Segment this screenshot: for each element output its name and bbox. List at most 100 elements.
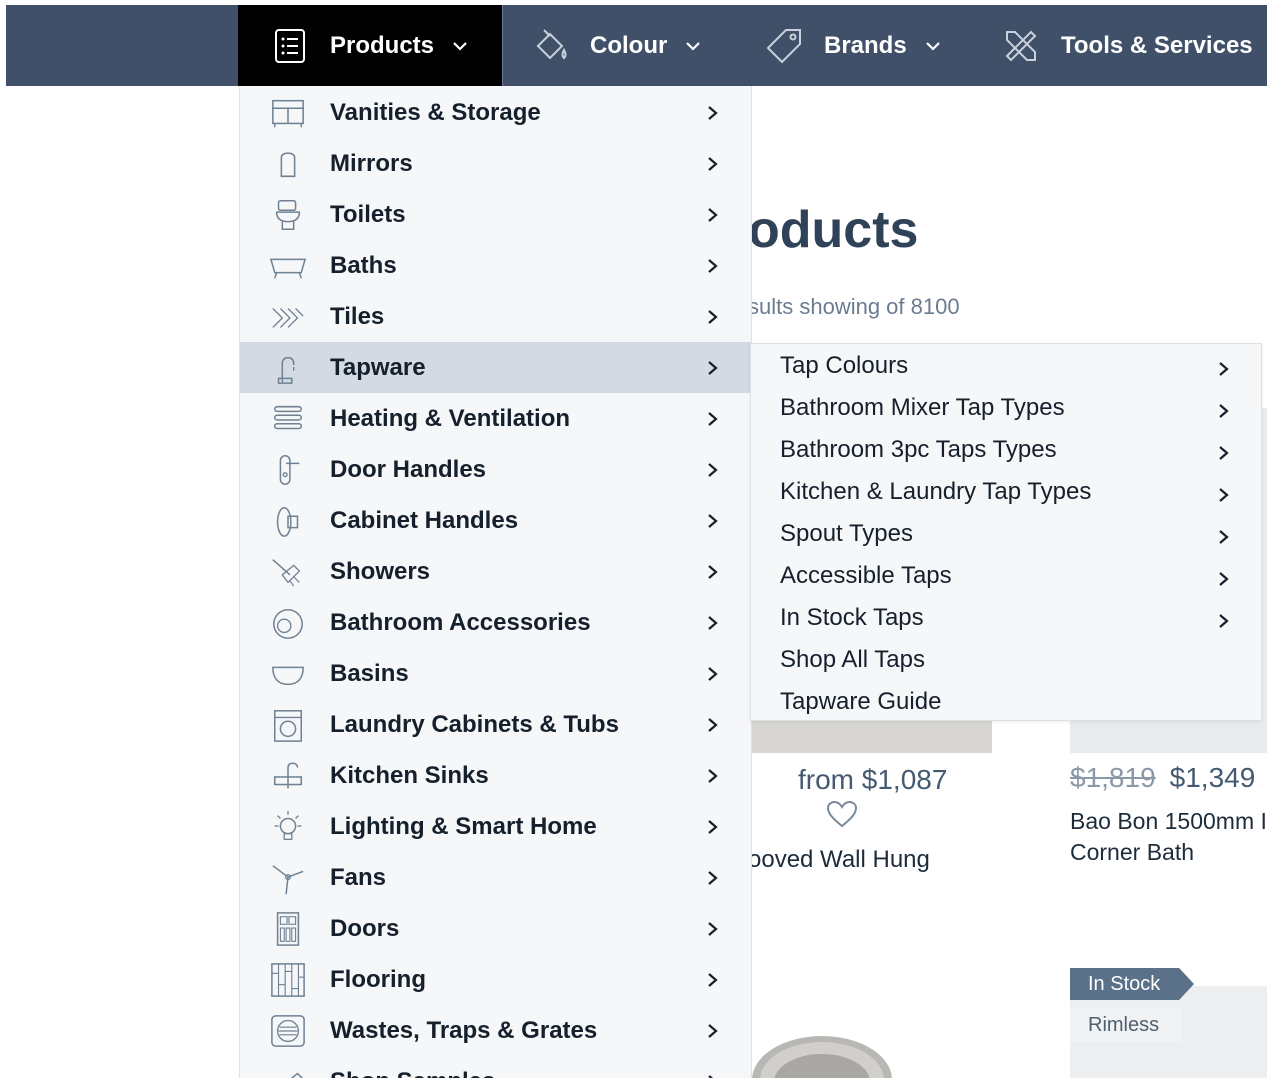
chevron-right-icon <box>706 1022 720 1040</box>
chevron-right-icon <box>706 257 720 275</box>
page-title: oducts <box>748 201 919 259</box>
door-handle-icon <box>268 452 308 488</box>
menu-item-lighting-smart-home[interactable]: Lighting & Smart Home <box>240 801 751 852</box>
menu-item-fans[interactable]: Fans <box>240 852 751 903</box>
menu-item-kitchen-sinks[interactable]: Kitchen Sinks <box>240 750 751 801</box>
submenu-item-bathroom-3pc-taps-types[interactable]: Bathroom 3pc Taps Types <box>780 430 1240 470</box>
menu-item-wastes-traps-grates[interactable]: Wastes, Traps & Grates <box>240 1005 751 1056</box>
submenu-item-label: Bathroom Mixer Tap Types <box>780 394 1065 421</box>
menu-item-label: Tapware <box>330 353 426 381</box>
nav-products[interactable]: Products <box>238 5 502 86</box>
menu-item-mirrors[interactable]: Mirrors <box>240 138 751 189</box>
submenu-item-label: Tap Colours <box>780 352 909 379</box>
menu-item-vanities-storage[interactable]: Vanities & Storage <box>240 87 751 138</box>
chevron-right-icon <box>706 461 720 479</box>
menu-item-laundry-cabinets-tubs[interactable]: Laundry Cabinets & Tubs <box>240 699 751 750</box>
menu-item-label: Shop Samples <box>330 1068 495 1078</box>
menu-item-label: Cabinet Handles <box>330 506 519 534</box>
list-icon <box>270 26 310 66</box>
chevron-right-icon <box>706 869 720 887</box>
menu-item-doors[interactable]: Doors <box>240 903 751 954</box>
menu-item-label: Baths <box>330 251 397 279</box>
product-price: $1,819 $1,349 <box>1070 762 1255 794</box>
chevron-right-icon <box>706 971 720 989</box>
heart-icon[interactable] <box>826 800 858 828</box>
chevron-right-icon <box>706 716 720 734</box>
menu-item-label: Mirrors <box>330 149 413 177</box>
vanity-icon <box>268 95 308 131</box>
menu-item-baths[interactable]: Baths <box>240 240 751 291</box>
chevron-right-icon <box>706 410 720 428</box>
submenu-item-accessible-taps[interactable]: Accessible Taps <box>780 556 1240 596</box>
menu-item-heating-ventilation[interactable]: Heating & Ventilation <box>240 393 751 444</box>
nav-brands[interactable]: Brands <box>764 5 941 86</box>
menu-item-showers[interactable]: Showers <box>240 546 751 597</box>
chevron-right-icon <box>706 920 720 938</box>
chevron-down-icon <box>452 38 468 54</box>
laundry-icon <box>268 707 308 743</box>
menu-item-label: Heating & Ventilation <box>330 404 571 432</box>
product-price: from $1,087 <box>798 764 948 795</box>
menu-item-label: Wastes, Traps & Grates <box>330 1016 598 1044</box>
menu-item-door-handles[interactable]: Door Handles <box>240 444 751 495</box>
nav-tools-label: Tools & Services <box>1061 31 1253 59</box>
menu-item-flooring[interactable]: Flooring <box>240 954 751 1005</box>
shower-icon <box>268 554 308 590</box>
menu-item-label: Door Handles <box>330 455 487 483</box>
in-stock-badge: In Stock <box>1070 968 1194 1000</box>
bath-icon <box>268 248 308 284</box>
results-count: sults showing of 8100 <box>748 294 960 319</box>
submenu-item-kitchen-laundry-tap-types[interactable]: Kitchen & Laundry Tap Types <box>780 472 1240 512</box>
menu-item-toilets[interactable]: Toilets <box>240 189 751 240</box>
menu-item-label: Toilets <box>330 200 406 228</box>
sale-price: $1,349 <box>1169 762 1256 793</box>
menu-item-label: Basins <box>330 659 409 687</box>
cabinet-handle-icon <box>268 503 308 539</box>
submenu-item-label: Accessible Taps <box>780 562 952 589</box>
chevron-right-icon <box>1218 528 1230 546</box>
submenu-item-label: In Stock Taps <box>780 604 924 631</box>
menu-item-basins[interactable]: Basins <box>240 648 751 699</box>
menu-item-label: Lighting & Smart Home <box>330 812 597 840</box>
product-name[interactable]: ooved Wall Hung <box>748 846 930 874</box>
menu-item-tiles[interactable]: Tiles <box>240 291 751 342</box>
menu-item-bathroom-accessories[interactable]: Bathroom Accessories <box>240 597 751 648</box>
nav-colour-label: Colour <box>590 31 668 59</box>
submenu-item-spout-types[interactable]: Spout Types <box>780 514 1240 554</box>
menu-item-shop-samples[interactable]: Shop Samples <box>240 1056 751 1078</box>
submenu-item-label: Kitchen & Laundry Tap Types <box>780 478 1092 505</box>
menu-item-cabinet-handles[interactable]: Cabinet Handles <box>240 495 751 546</box>
flooring-icon <box>268 962 308 998</box>
nav-colour[interactable]: Colour <box>530 5 701 86</box>
chevron-right-icon <box>1218 570 1230 588</box>
menu-item-label: Vanities & Storage <box>330 98 541 126</box>
submenu-item-bathroom-mixer-tap-types[interactable]: Bathroom Mixer Tap Types <box>780 388 1240 428</box>
chevron-right-icon <box>706 614 720 632</box>
basin-icon <box>268 656 308 692</box>
menu-item-label: Tiles <box>330 302 385 330</box>
submenu-item-in-stock-taps[interactable]: In Stock Taps <box>780 598 1240 638</box>
chevron-right-icon <box>706 1073 720 1078</box>
nav-tools-services[interactable]: Tools & Services <box>1001 5 1253 86</box>
door-icon <box>268 911 308 947</box>
chevron-right-icon <box>706 818 720 836</box>
submenu-item-label: Shop All Taps <box>780 646 925 673</box>
toilet-icon <box>268 197 308 233</box>
chevron-right-icon <box>706 308 720 326</box>
menu-item-label: Fans <box>330 863 387 891</box>
chevron-right-icon <box>1218 486 1230 504</box>
submenu-item-tapware-guide[interactable]: Tapware Guide <box>780 682 1240 722</box>
chevron-right-icon <box>706 155 720 173</box>
nav-products-label: Products <box>330 31 435 59</box>
menu-item-label: Laundry Cabinets & Tubs <box>330 710 619 738</box>
chevron-right-icon <box>706 206 720 224</box>
menu-item-label: Doors <box>330 914 400 942</box>
menu-item-label: Bathroom Accessories <box>330 608 591 636</box>
chevron-right-icon <box>706 665 720 683</box>
menu-item-tapware[interactable]: Tapware <box>240 342 751 393</box>
submenu-item-tap-colours[interactable]: Tap Colours <box>780 346 1240 386</box>
submenu-item-shop-all-taps[interactable]: Shop All Taps <box>780 640 1240 680</box>
product-name[interactable]: Bao Bon 1500mm I Corner Bath <box>1070 806 1267 868</box>
chevron-right-icon <box>706 512 720 530</box>
tap-product-image[interactable] <box>750 1018 910 1078</box>
